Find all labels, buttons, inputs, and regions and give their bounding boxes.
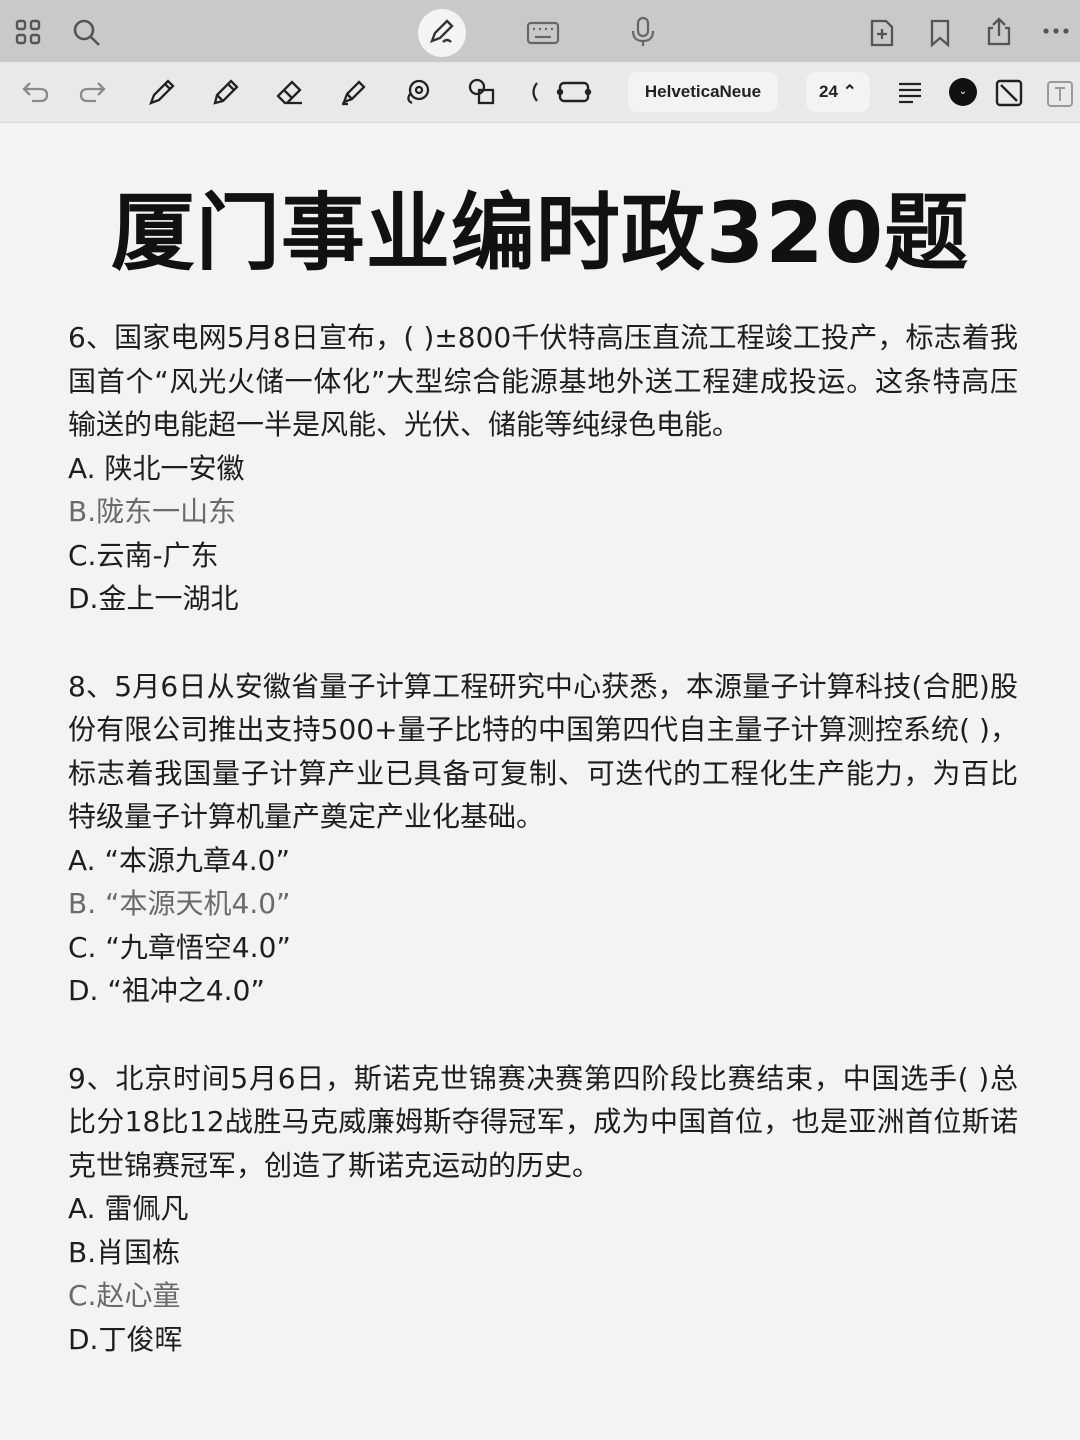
share-icon[interactable] <box>984 16 1014 48</box>
font-size-label: 24 ⌃ <box>819 82 857 101</box>
question-block: 6、国家电网5月8日宣布，( )±800千伏特高压直流工程竣工投产，标志着我国首… <box>68 316 1018 621</box>
line-style-icon[interactable] <box>994 78 1024 108</box>
document-body: 6、国家电网5月8日宣布，( )±800千伏特高压直流工程竣工投产，标志着我国首… <box>68 316 1018 1361</box>
partial-tool-icon[interactable] <box>526 80 540 104</box>
option-a: A. “本源九章4.0” <box>68 843 291 877</box>
question-text: 6、国家电网5月8日宣布，( )±800千伏特高压直流工程竣工投产，标志着我国首… <box>68 321 1018 441</box>
question-text: 8、5月6日从安徽省量子计算工程研究中心获悉，本源量子计算科技(合肥)股份有限公… <box>68 669 1018 834</box>
option-d: D.金上一湖北 <box>68 582 239 615</box>
font-family-selector[interactable]: HelveticaNeue <box>628 72 778 112</box>
pen-icon <box>427 16 457 50</box>
pencil-tool-icon[interactable] <box>210 76 242 108</box>
undo-icon[interactable] <box>20 78 50 104</box>
question-text: 9、北京时间5月6日，斯诺克世锦赛决赛第四阶段比赛结束，中国选手( )总比分18… <box>68 1061 1018 1182</box>
option-b: B.肖国栋 <box>68 1235 181 1269</box>
redo-icon[interactable] <box>78 78 108 104</box>
more-icon[interactable] <box>1042 26 1070 36</box>
chevron-down-icon: ⌄ <box>958 86 968 97</box>
page-title: 厦门事业编时政320题 <box>110 184 970 282</box>
option-c: C.赵心童 <box>68 1279 181 1312</box>
lasso-icon[interactable] <box>402 76 434 108</box>
eraser-icon[interactable] <box>274 76 306 108</box>
pen-tool-icon[interactable] <box>146 76 178 108</box>
keyboard-icon[interactable] <box>526 20 560 46</box>
search-icon[interactable] <box>72 18 102 48</box>
pen-mode-button[interactable] <box>418 9 466 57</box>
grid-icon[interactable] <box>14 18 42 46</box>
bookmark-icon[interactable] <box>928 18 952 48</box>
top-bar <box>0 0 1080 62</box>
option-b: B.陇东一山东 <box>68 495 237 528</box>
option-a: A. 陕北一安徽 <box>68 451 245 485</box>
add-page-icon[interactable] <box>868 18 896 48</box>
option-c: C. “九章悟空4.0” <box>68 930 291 964</box>
selection-box-icon[interactable] <box>556 78 592 106</box>
option-d: D. “祖冲之4.0” <box>68 974 265 1007</box>
option-a: A. 雷佩凡 <box>68 1192 189 1225</box>
option-b: B. “本源天机4.0” <box>68 887 291 920</box>
font-size-selector[interactable]: 24 ⌃ <box>806 72 870 112</box>
shapes-icon[interactable] <box>466 76 498 108</box>
align-icon[interactable] <box>896 80 924 104</box>
question-block: 8、5月6日从安徽省量子计算工程研究中心获悉，本源量子计算科技(合肥)股份有限公… <box>68 665 1018 1013</box>
text-color-swatch[interactable]: ⌄ <box>949 78 977 106</box>
microphone-icon[interactable] <box>630 16 656 48</box>
font-family-label: HelveticaNeue <box>644 82 762 101</box>
question-block: 9、北京时间5月6日，斯诺克世锦赛决赛第四阶段比赛结束，中国选手( )总比分18… <box>68 1057 1018 1362</box>
option-d: D.丁俊晖 <box>68 1322 183 1356</box>
text-tool-icon[interactable] <box>1046 80 1074 108</box>
option-c: C.云南-广东 <box>68 538 219 572</box>
highlighter-icon[interactable] <box>338 76 370 108</box>
